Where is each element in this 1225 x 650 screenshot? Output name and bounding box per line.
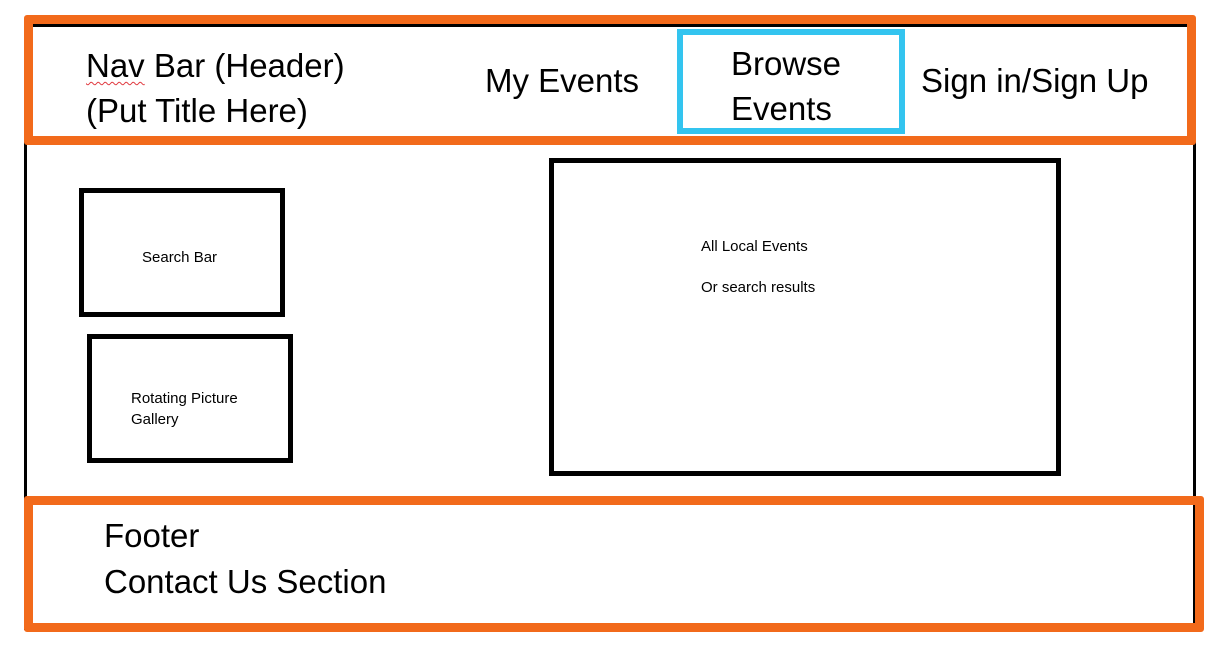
search-bar-label: Search Bar (142, 249, 218, 266)
header-title-nav-word: Nav (86, 47, 145, 84)
footer-text: Footer Contact Us Section (104, 517, 387, 600)
events-list-label: All Local Events (701, 238, 808, 255)
nav-my-events[interactable]: My Events (485, 58, 639, 103)
search-results-label: Or search results (701, 279, 816, 296)
nav-browse-events[interactable]: Browse Events (731, 41, 841, 131)
nav-sign-in[interactable]: Sign in/Sign Up (921, 58, 1148, 103)
events-list-placeholder (549, 158, 1061, 476)
header-title: Nav Bar (Header) (Put Title Here) (86, 43, 345, 133)
picture-gallery-label: Rotating Picture Gallery (131, 390, 238, 428)
